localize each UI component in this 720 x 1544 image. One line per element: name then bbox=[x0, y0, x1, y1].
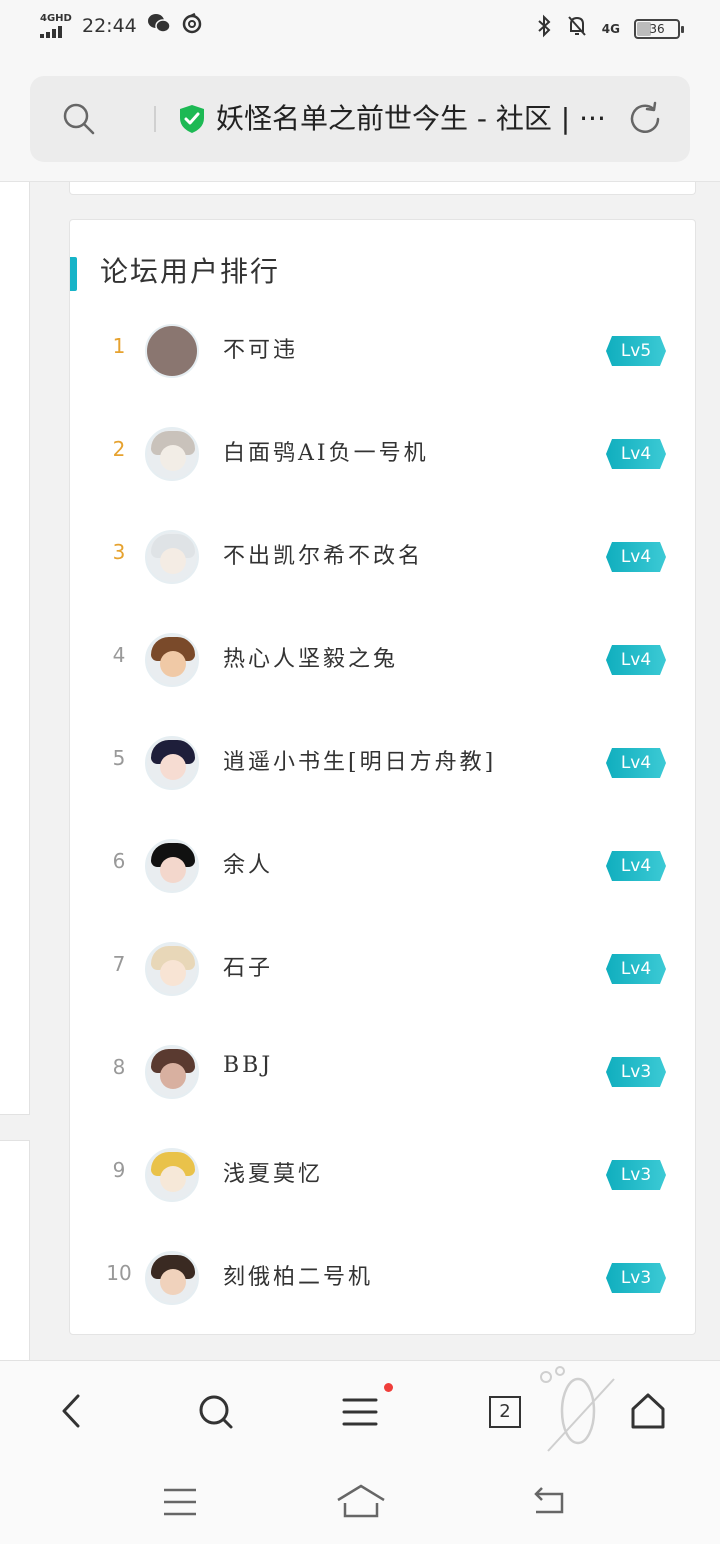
rank-number: 6 bbox=[112, 849, 126, 873]
user-avatar[interactable] bbox=[145, 633, 199, 687]
card-title: 论坛用户排行 bbox=[100, 255, 281, 288]
rank-number: 3 bbox=[112, 540, 126, 564]
recents-icon bbox=[164, 1488, 196, 1516]
rank-number: 7 bbox=[112, 952, 126, 976]
address-bar[interactable]: 妖怪名单之前世今生 - 社区 | ··· bbox=[30, 76, 690, 162]
ranking-row[interactable]: 10 刻俄柏二号机 Lv3 bbox=[70, 1227, 695, 1330]
ranking-row[interactable]: 5 逍遥小书生[明日方舟教] Lv4 bbox=[70, 712, 695, 815]
signal-icon: 4GHD bbox=[40, 12, 72, 38]
wechat-icon bbox=[147, 12, 171, 39]
level-badge: Lv3 bbox=[606, 1057, 666, 1087]
network-type: 4GHD bbox=[40, 12, 72, 24]
system-back-icon bbox=[534, 1487, 564, 1514]
ranking-row[interactable]: 7 石子 Lv4 bbox=[70, 918, 695, 1021]
user-name[interactable]: 白面鸮AI负一号机 bbox=[223, 435, 429, 467]
side-card bbox=[0, 182, 30, 1115]
ranking-row[interactable]: 9 浅夏莫忆 Lv3 bbox=[70, 1124, 695, 1227]
status-right: 4G 36 bbox=[536, 14, 684, 43]
recents-button[interactable] bbox=[160, 1484, 200, 1524]
user-avatar[interactable] bbox=[145, 324, 199, 378]
network-type-right: 4G bbox=[601, 21, 620, 36]
system-home-button[interactable] bbox=[335, 1482, 387, 1526]
ranking-row[interactable]: 4 热心人坚毅之兔 Lv4 bbox=[70, 609, 695, 712]
address-divider bbox=[154, 106, 156, 132]
level-badge: Lv4 bbox=[606, 851, 666, 881]
search-icon bbox=[199, 1395, 233, 1429]
browser-topbar: 妖怪名单之前世今生 - 社区 | ··· bbox=[0, 56, 720, 182]
level-badge: Lv4 bbox=[606, 748, 666, 778]
netease-music-icon bbox=[181, 12, 203, 39]
battery-level: 36 bbox=[649, 21, 665, 36]
secure-shield-icon bbox=[178, 104, 206, 134]
ranking-row[interactable]: 1 不可违 Lv5 bbox=[70, 300, 695, 403]
level-badge: Lv4 bbox=[606, 645, 666, 675]
page-title[interactable]: 妖怪名单之前世今生 - 社区 | ··· bbox=[216, 98, 636, 140]
system-nav-bar bbox=[0, 1462, 720, 1544]
back-button[interactable] bbox=[48, 1387, 96, 1435]
forum-user-ranking-card: 论坛用户排行 1 不可违 Lv5 2 白面鸮AI负一号机 Lv4 3 不出凯尔希不改名 Lv4 4… bbox=[69, 219, 696, 1335]
title-accent-bar bbox=[70, 257, 77, 291]
rank-number: 9 bbox=[112, 1158, 126, 1182]
level-badge: Lv3 bbox=[606, 1160, 666, 1190]
user-name[interactable]: 余人 bbox=[223, 847, 273, 879]
system-home-icon bbox=[337, 1484, 385, 1518]
rank-number: 10 bbox=[106, 1261, 132, 1285]
reload-icon[interactable] bbox=[626, 100, 664, 138]
bluetooth-icon bbox=[536, 14, 552, 43]
ranking-row[interactable]: 8 BBJ Lv3 bbox=[70, 1021, 695, 1124]
search-icon[interactable] bbox=[62, 102, 96, 136]
rank-number: 1 bbox=[112, 334, 126, 358]
user-avatar[interactable] bbox=[145, 942, 199, 996]
ranking-row[interactable]: 3 不出凯尔希不改名 Lv4 bbox=[70, 506, 695, 609]
user-avatar[interactable] bbox=[145, 427, 199, 481]
user-name[interactable]: 石子 bbox=[223, 950, 273, 982]
level-badge: Lv4 bbox=[606, 542, 666, 572]
user-avatar[interactable] bbox=[145, 839, 199, 893]
user-avatar[interactable] bbox=[145, 1148, 199, 1202]
level-badge: Lv4 bbox=[606, 954, 666, 984]
status-left: 4GHD 22:44 bbox=[40, 12, 203, 39]
ranking-list: 1 不可违 Lv5 2 白面鸮AI负一号机 Lv4 3 不出凯尔希不改名 Lv4 4 热心人坚毅之兔… bbox=[70, 300, 695, 1330]
user-name[interactable]: 刻俄柏二号机 bbox=[223, 1259, 373, 1291]
level-badge: Lv5 bbox=[606, 336, 666, 366]
home-icon bbox=[631, 1393, 665, 1429]
mute-icon bbox=[566, 14, 588, 43]
user-name[interactable]: 浅夏莫忆 bbox=[223, 1156, 323, 1188]
menu-button[interactable] bbox=[336, 1387, 384, 1435]
user-name[interactable]: 不可违 bbox=[223, 332, 298, 364]
home-button[interactable] bbox=[624, 1387, 672, 1435]
user-name[interactable]: BBJ bbox=[223, 1053, 273, 1078]
ranking-row[interactable]: 2 白面鸮AI负一号机 Lv4 bbox=[70, 403, 695, 506]
battery-icon: 36 bbox=[634, 18, 684, 39]
tabs-button[interactable]: 2 bbox=[489, 1396, 521, 1428]
level-badge: Lv4 bbox=[606, 439, 666, 469]
user-avatar[interactable] bbox=[145, 1251, 199, 1305]
footprint-icon bbox=[536, 1363, 616, 1455]
side-card bbox=[0, 1140, 30, 1360]
notification-dot bbox=[384, 1383, 393, 1392]
clock: 22:44 bbox=[82, 14, 137, 37]
user-avatar[interactable] bbox=[145, 736, 199, 790]
status-bar: 4GHD 22:44 4G 36 bbox=[0, 0, 720, 56]
menu-icon bbox=[342, 1398, 378, 1426]
search-button[interactable] bbox=[192, 1387, 240, 1435]
user-name[interactable]: 逍遥小书生[明日方舟教] bbox=[223, 744, 496, 776]
rank-number: 2 bbox=[112, 437, 126, 461]
ranking-row[interactable]: 6 余人 Lv4 bbox=[70, 815, 695, 918]
user-name[interactable]: 热心人坚毅之兔 bbox=[223, 641, 398, 673]
level-badge: Lv3 bbox=[606, 1263, 666, 1293]
rank-number: 4 bbox=[112, 643, 126, 667]
previous-card bbox=[69, 182, 696, 195]
rank-number: 5 bbox=[112, 746, 126, 770]
user-avatar[interactable] bbox=[145, 530, 199, 584]
user-name[interactable]: 不出凯尔希不改名 bbox=[223, 538, 423, 570]
user-avatar[interactable] bbox=[145, 1045, 199, 1099]
rank-number: 8 bbox=[112, 1055, 126, 1079]
system-back-button[interactable] bbox=[528, 1484, 570, 1524]
browser-toolbar: 2 bbox=[0, 1360, 720, 1462]
